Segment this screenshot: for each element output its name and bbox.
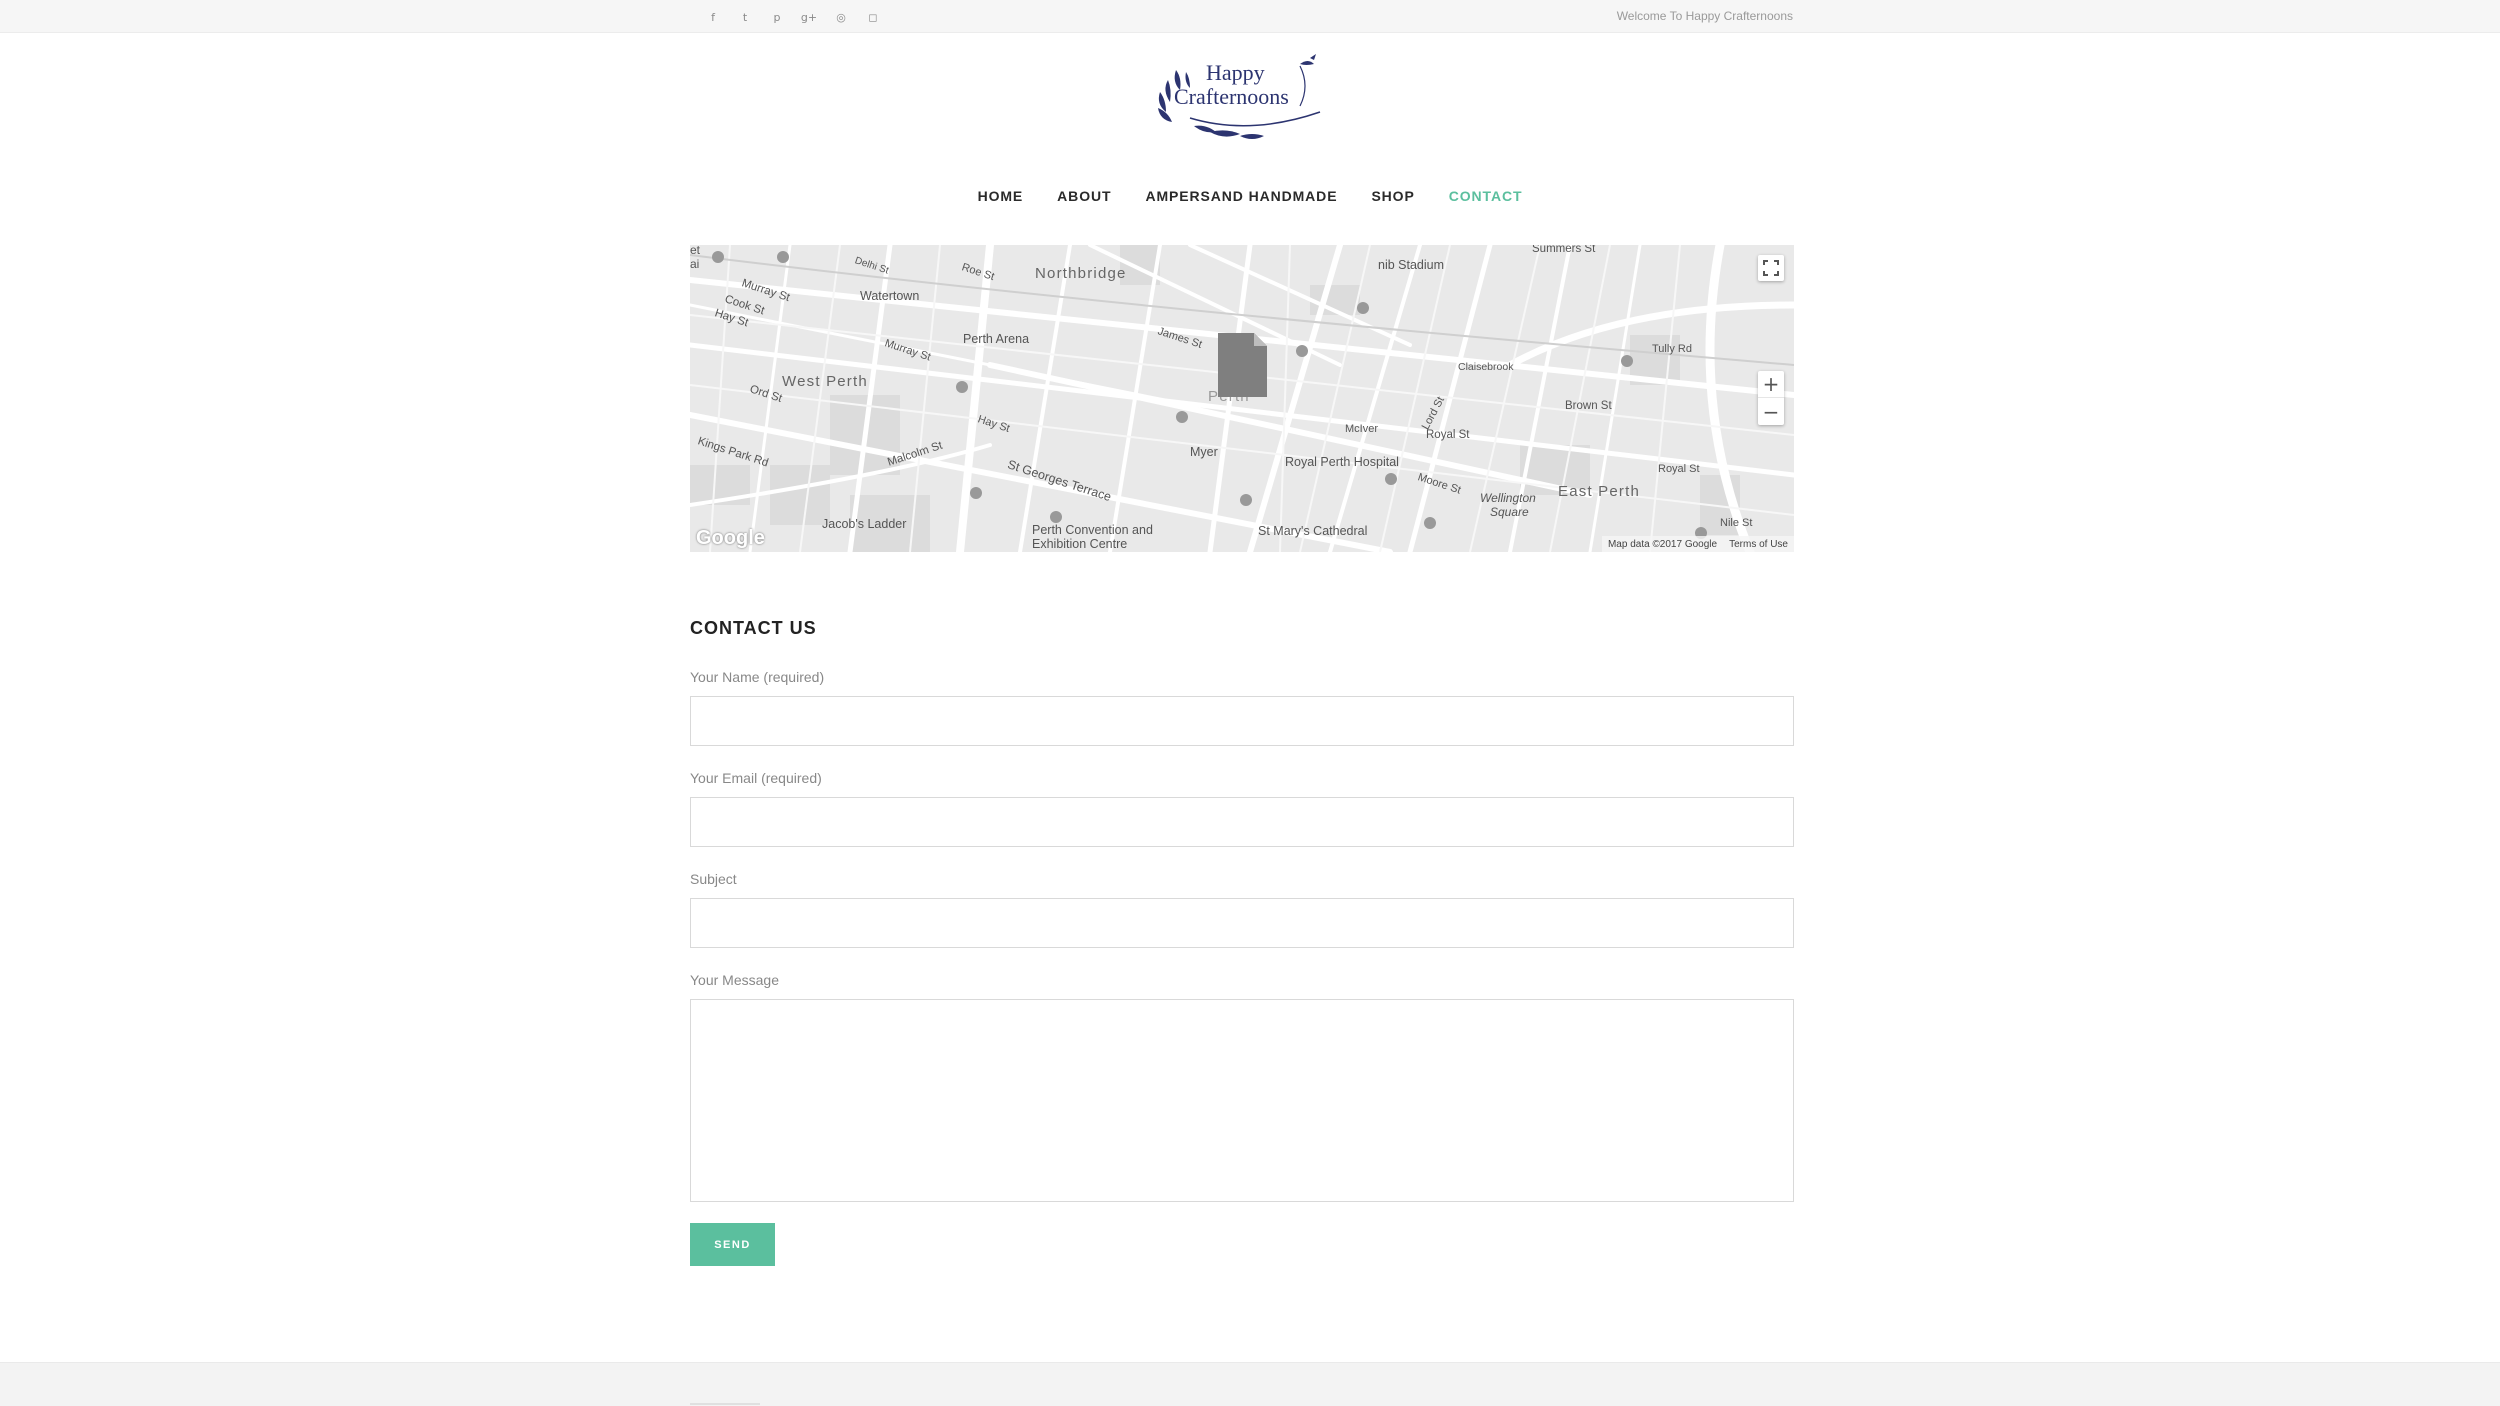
email-label: Your Email (required) (690, 770, 822, 786)
map-label-claisebrook: Claisebrook (1458, 361, 1514, 373)
facebook-icon[interactable]: f (697, 8, 729, 26)
twitter-icon[interactable]: t (729, 8, 761, 26)
social-icons: f t p g+ ◎ ◻ (697, 8, 889, 26)
message-field[interactable] (690, 999, 1794, 1202)
map-marker-icon[interactable] (1218, 333, 1267, 397)
contact-title: CONTACT US (690, 618, 817, 638)
pinterest-icon[interactable]: p (761, 8, 793, 26)
site-logo[interactable]: Happy Crafternoons (1150, 52, 1335, 146)
footer-divider (690, 1403, 760, 1405)
instagram-icon[interactable]: ◻ (857, 8, 889, 26)
top-bar: f t p g+ ◎ ◻ Welcome To Happy Crafternoo… (0, 0, 2500, 33)
nav-about[interactable]: ABOUT (1040, 188, 1128, 204)
map-label-east-perth: East Perth (1558, 483, 1641, 500)
map-label-watertown: Watertown (860, 289, 920, 303)
main-nav: HOME ABOUT AMPERSAND HANDMADE SHOP CONTA… (0, 188, 2500, 204)
map-attribution: Map data ©2017 Google Terms of Use (1601, 536, 1794, 552)
map-label-mciver: McIver (1345, 423, 1378, 435)
subject-field[interactable] (690, 898, 1794, 948)
map-label-royal-perth-hospital: Royal Perth Hospital (1285, 455, 1399, 469)
zoom-controls: + − (1758, 371, 1784, 425)
fullscreen-icon (1763, 260, 1779, 276)
logo-line1: Happy (1206, 60, 1265, 85)
zoom-in-button[interactable]: + (1758, 371, 1784, 398)
nav-home[interactable]: HOME (961, 188, 1041, 204)
map-label-myer: Myer (1190, 445, 1218, 459)
terms-of-use-link[interactable]: Terms of Use (1729, 539, 1788, 550)
message-label: Your Message (690, 972, 779, 988)
map-label-west-perth: West Perth (782, 373, 868, 390)
google-logo: Google (696, 527, 765, 549)
welcome-text: Welcome To Happy Crafternoons (1616, 9, 1793, 23)
dribbble-icon[interactable]: ◎ (825, 8, 857, 26)
footer (0, 1362, 2500, 1406)
map-label-nib-stadium: nib Stadium (1378, 258, 1445, 272)
map-label-edge-mid: ai (690, 257, 700, 271)
logo-graphic: Happy Crafternoons (1158, 54, 1321, 139)
map-label-perth-arena: Perth Arena (963, 332, 1030, 346)
map-label-perth-convention-2: Exhibition Centre (1032, 537, 1128, 551)
map-label-summers-st: Summers St (1532, 245, 1596, 255)
map-embed[interactable]: Northbridge West Perth Perth East Perth … (690, 245, 1794, 552)
map-label-brown-st: Brown St (1565, 400, 1612, 412)
map-label-northbridge: Northbridge (1035, 265, 1127, 282)
map-label-wellington-2: Square (1490, 505, 1529, 519)
email-field[interactable] (690, 797, 1794, 847)
map-label-royal-st: Royal St (1426, 429, 1470, 441)
nav-shop[interactable]: SHOP (1354, 188, 1431, 204)
nav-contact[interactable]: CONTACT (1432, 188, 1540, 204)
map-label-jacobs-ladder: Jacob's Ladder (822, 517, 907, 531)
name-field[interactable] (690, 696, 1794, 746)
subject-label: Subject (690, 871, 737, 887)
map-data-text: Map data ©2017 Google (1607, 538, 1718, 550)
map-label-perth-convention-1: Perth Convention and (1032, 523, 1153, 537)
logo-line2: Crafternoons (1174, 84, 1289, 109)
google-plus-icon[interactable]: g+ (793, 8, 825, 26)
map-label-royal-st-east: Royal St (1658, 463, 1700, 475)
send-button[interactable]: SEND (690, 1223, 775, 1266)
zoom-out-button[interactable]: − (1758, 398, 1784, 425)
map-label-edge-top: et (690, 245, 701, 257)
map-label-nile-st: Nile St (1720, 517, 1753, 529)
name-label: Your Name (required) (690, 669, 825, 685)
map-label-tully-rd: Tully Rd (1652, 343, 1692, 355)
map-label-wellington-1: Wellington (1480, 491, 1536, 505)
map-label-st-marys-cathedral: St Mary's Cathedral (1258, 524, 1368, 538)
fullscreen-button[interactable] (1758, 255, 1784, 281)
nav-ampersand-handmade[interactable]: AMPERSAND HANDMADE (1128, 188, 1354, 204)
